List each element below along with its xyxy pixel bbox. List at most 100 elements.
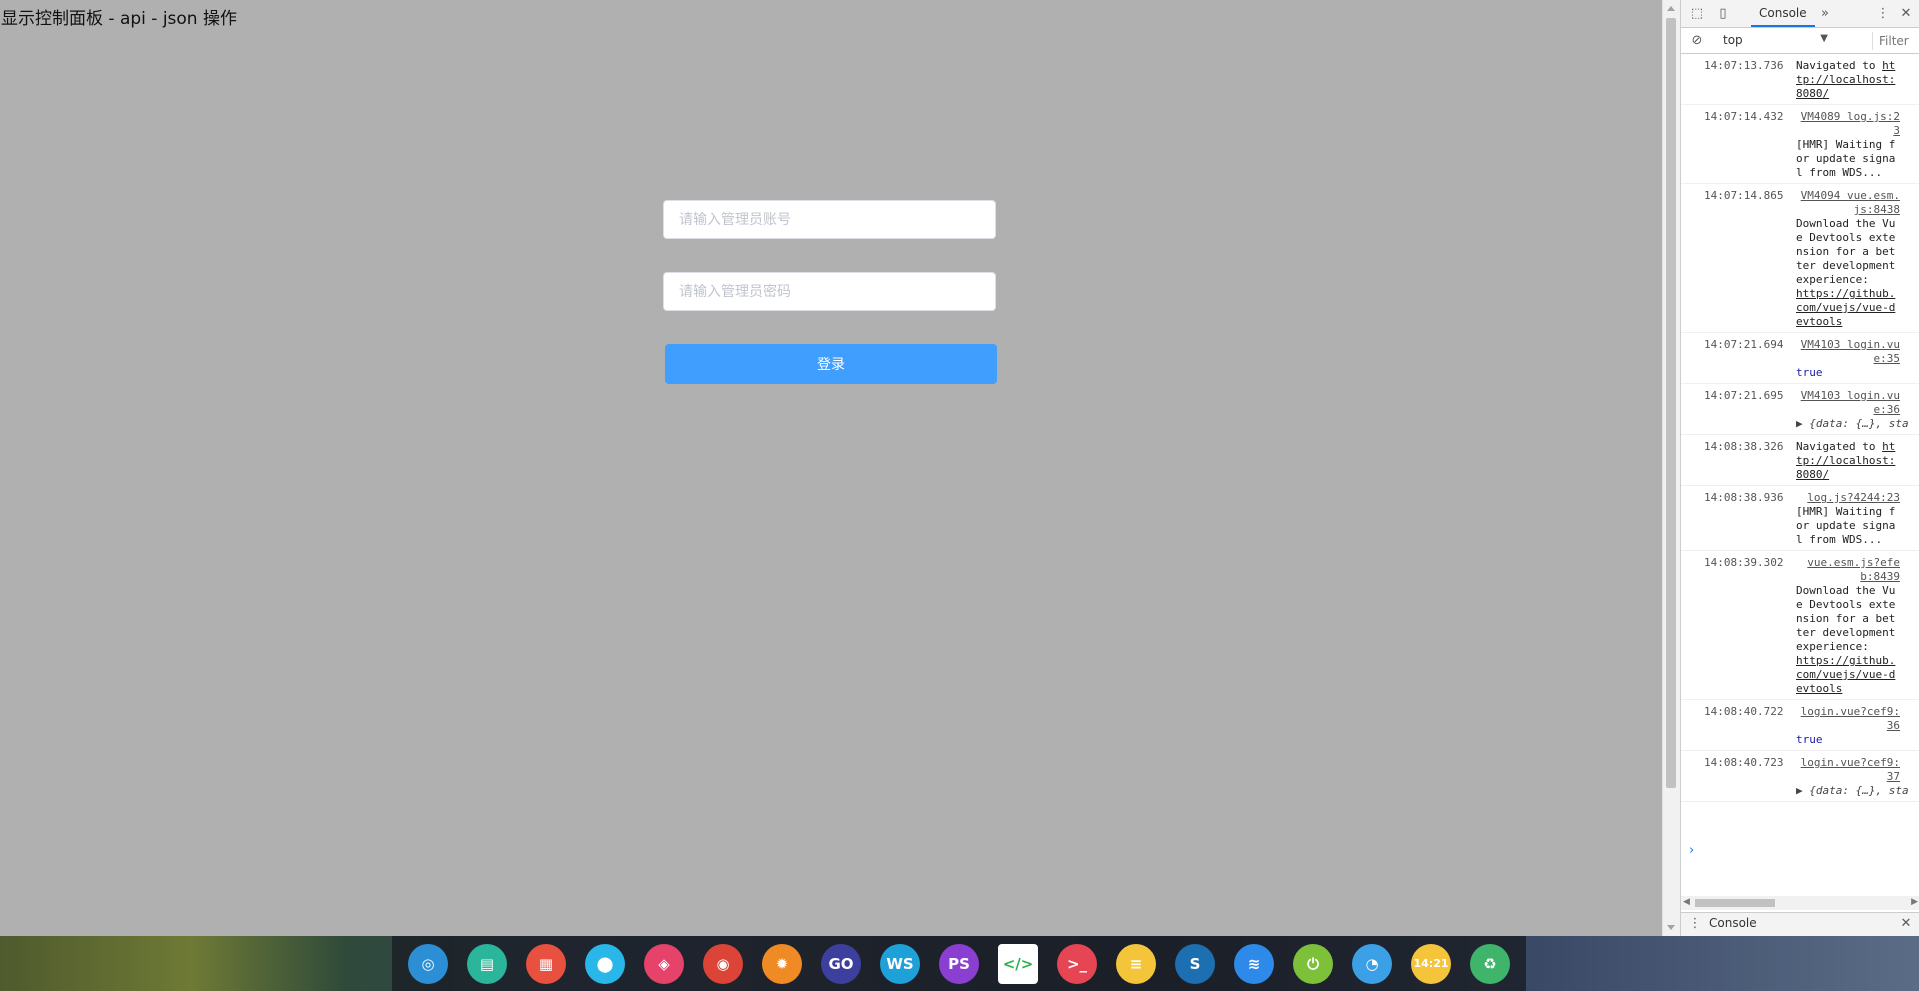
- log-message: true: [1796, 733, 1823, 746]
- close-devtools-icon[interactable]: ✕: [1898, 6, 1914, 22]
- console-log-entry: 14:07:21.694 VM4103 login.vue:35 true: [1681, 333, 1919, 384]
- password-input[interactable]: [663, 272, 996, 311]
- chrome-icon[interactable]: ◉: [703, 944, 743, 984]
- log-source-link[interactable]: log.js?4244:23: [1796, 491, 1900, 505]
- webstorm-icon[interactable]: WS: [880, 944, 920, 984]
- drawer-tab-console[interactable]: Console: [1709, 916, 1757, 930]
- log-message[interactable]: ▶ {data: {…}, sta: [1796, 417, 1909, 430]
- log-message: Download the Vue Devtools extension for …: [1796, 217, 1896, 286]
- log-timestamp: 14:07:13.736: [1704, 59, 1784, 72]
- log-body: vue.esm.js?efeb:8439 Download the Vue Dev…: [1796, 556, 1900, 696]
- clock-icon[interactable]: 14:21: [1411, 944, 1451, 984]
- page-scrollbar[interactable]: [1662, 0, 1680, 936]
- log-source-link[interactable]: VM4089 log.js:23: [1796, 110, 1900, 138]
- settings-gear-icon[interactable]: ✹: [762, 944, 802, 984]
- console-log-list: 14:07:13.736 Navigated to http://localhos…: [1681, 54, 1919, 904]
- sublime-icon[interactable]: S: [1175, 944, 1215, 984]
- log-body: VM4103 login.vue:35 true: [1796, 338, 1900, 380]
- page-viewport: 显示控制面板 - api - json 操作 登录: [0, 0, 1662, 936]
- console-filter-bar: ⊘ top ▼: [1681, 28, 1919, 54]
- terminal-icon[interactable]: >_: [1057, 944, 1097, 984]
- power-icon[interactable]: ⏻: [1293, 944, 1333, 984]
- console-log-entry: 14:08:38.936 log.js?4244:23 [HMR] Waiting …: [1681, 486, 1919, 551]
- log-timestamp: 14:08:40.723: [1704, 756, 1784, 769]
- console-log-entry: 14:07:21.695 VM4103 login.vue:36 ▶ {data: …: [1681, 384, 1919, 435]
- more-tabs-icon[interactable]: »: [1817, 6, 1833, 22]
- log-body: login.vue?cef9:37 ▶ {data: {…}, sta: [1796, 756, 1909, 798]
- log-message: Navigated to: [1796, 59, 1883, 72]
- phpstorm-icon[interactable]: PS: [939, 944, 979, 984]
- log-timestamp: 14:08:39.302: [1704, 556, 1784, 569]
- devtools-toolbar: ⬚ ▯ Console » ⋮ ✕: [1681, 0, 1919, 28]
- log-timestamp: 14:07:21.694: [1704, 338, 1784, 351]
- trash-icon[interactable]: ♻: [1470, 944, 1510, 984]
- devtools-panel: ⬚ ▯ Console » ⋮ ✕ ⊘ top ▼ 14:07:13.736 Na…: [1680, 0, 1919, 936]
- console-log-entry: 14:07:14.865 VM4094 vue.esm.js:8438 Downlo…: [1681, 184, 1919, 333]
- code-editor-icon[interactable]: </>: [998, 944, 1038, 984]
- log-source-link[interactable]: VM4094 vue.esm.js:8438: [1796, 189, 1900, 217]
- log-timestamp: 14:08:40.722: [1704, 705, 1784, 718]
- log-url-link[interactable]: https://github.com/vuejs/vue-devtools: [1796, 287, 1895, 328]
- log-body: Navigated to http://localhost:8080/: [1796, 59, 1900, 101]
- console-log-entry: 14:08:40.722 login.vue?cef9:36 true: [1681, 700, 1919, 751]
- console-prompt-icon[interactable]: ›: [1689, 843, 1694, 858]
- log-message: true: [1796, 366, 1823, 379]
- map-icon[interactable]: ⬤: [585, 944, 625, 984]
- timer-icon[interactable]: ◔: [1352, 944, 1392, 984]
- log-body: login.vue?cef9:36 true: [1796, 705, 1900, 747]
- page-title: 显示控制面板 - api - json 操作: [1, 9, 237, 29]
- shopping-bag-icon[interactable]: ◈: [644, 944, 684, 984]
- context-selector[interactable]: top ▼: [1723, 33, 1828, 49]
- log-body: VM4094 vue.esm.js:8438 Download the Vue D…: [1796, 189, 1900, 329]
- goland-icon[interactable]: GO: [821, 944, 861, 984]
- account-input[interactable]: [663, 200, 996, 239]
- log-timestamp: 14:08:38.326: [1704, 440, 1784, 453]
- drawer-menu-icon[interactable]: ⋮: [1687, 916, 1703, 932]
- app-store-icon[interactable]: ▤: [467, 944, 507, 984]
- log-message: Navigated to: [1796, 440, 1883, 453]
- context-label: top: [1723, 33, 1743, 47]
- log-message[interactable]: ▶ {data: {…}, sta: [1796, 784, 1909, 797]
- clear-console-icon[interactable]: ⊘: [1689, 33, 1705, 49]
- log-timestamp: 14:07:21.695: [1704, 389, 1784, 402]
- device-toolbar-icon[interactable]: ▯: [1715, 6, 1731, 22]
- log-source-link[interactable]: login.vue?cef9:37: [1796, 756, 1900, 784]
- wifi-icon[interactable]: ≋: [1234, 944, 1274, 984]
- login-button[interactable]: 登录: [665, 344, 997, 384]
- console-log-entry: 14:07:13.736 Navigated to http://localhos…: [1681, 54, 1919, 105]
- more-options-icon[interactable]: ⋮: [1875, 6, 1891, 22]
- log-timestamp: 14:07:14.865: [1704, 189, 1784, 202]
- dropdown-arrow-icon: ▼: [1820, 33, 1828, 44]
- scroll-up-arrow-icon[interactable]: [1667, 6, 1675, 11]
- devtools-drawer-bar: ⋮ Console ✕: [1681, 912, 1919, 936]
- multitasking-icon[interactable]: ▦: [526, 944, 566, 984]
- console-horizontal-scrollbar[interactable]: ◀ ▶: [1681, 896, 1919, 910]
- log-body: VM4103 login.vue:36 ▶ {data: {…}, sta: [1796, 389, 1909, 431]
- scrollbar-thumb[interactable]: [1666, 18, 1676, 788]
- notes-icon[interactable]: ≡: [1116, 944, 1156, 984]
- console-log-entry: 14:08:39.302 vue.esm.js?efeb:8439 Download…: [1681, 551, 1919, 700]
- scroll-left-arrow-icon[interactable]: ◀: [1683, 897, 1690, 907]
- log-timestamp: 14:07:14.432: [1704, 110, 1784, 123]
- log-source-link[interactable]: login.vue?cef9:36: [1796, 705, 1900, 733]
- console-filter-input[interactable]: [1872, 32, 1919, 50]
- console-log-entry: 14:07:14.432 VM4089 log.js:23 [HMR] Waitin…: [1681, 105, 1919, 184]
- console-log-entry: 14:08:40.723 login.vue?cef9:37 ▶ {data: {……: [1681, 751, 1919, 802]
- scrollbar-thumb[interactable]: [1695, 899, 1775, 907]
- log-source-link[interactable]: VM4103 login.vue:35: [1796, 338, 1900, 366]
- deepin-launcher-icon[interactable]: ◎: [408, 944, 448, 984]
- log-timestamp: 14:08:38.936: [1704, 491, 1784, 504]
- log-message: Download the Vue Devtools extension for …: [1796, 584, 1896, 653]
- close-drawer-icon[interactable]: ✕: [1898, 916, 1914, 932]
- scroll-right-arrow-icon[interactable]: ▶: [1911, 897, 1918, 907]
- scroll-down-arrow-icon[interactable]: [1667, 925, 1675, 930]
- log-url-link[interactable]: https://github.com/vuejs/vue-devtools: [1796, 654, 1895, 695]
- log-message: [HMR] Waiting for update signal from WDS…: [1796, 505, 1896, 546]
- log-source-link[interactable]: VM4103 login.vue:36: [1796, 389, 1900, 417]
- log-body: VM4089 log.js:23 [HMR] Waiting for update…: [1796, 110, 1900, 180]
- log-body: log.js?4244:23 [HMR] Waiting for update s…: [1796, 491, 1900, 547]
- log-message: [HMR] Waiting for update signal from WDS…: [1796, 138, 1896, 179]
- tab-console[interactable]: Console: [1751, 0, 1815, 27]
- inspect-element-icon[interactable]: ⬚: [1689, 6, 1705, 22]
- log-source-link[interactable]: vue.esm.js?efeb:8439: [1796, 556, 1900, 584]
